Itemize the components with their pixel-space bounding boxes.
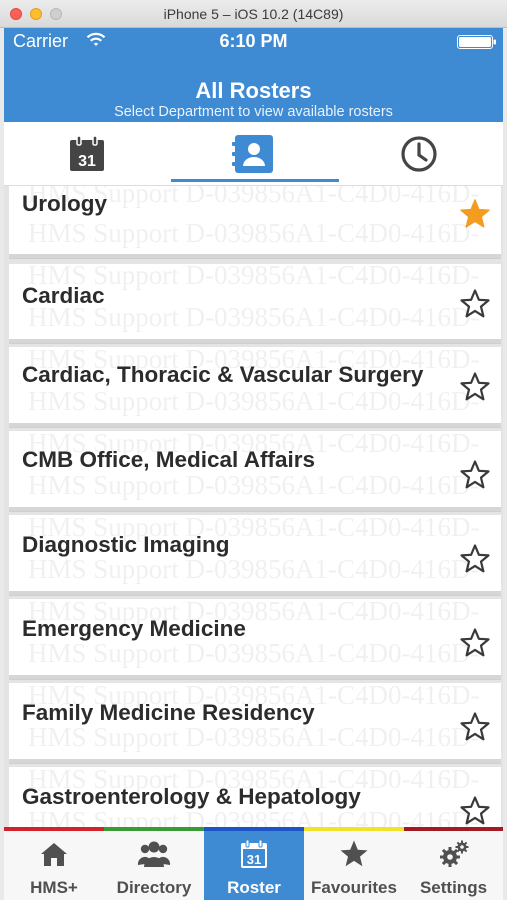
phone-screen: Carrier 6:10 PM All Rosters Select Depar…	[4, 28, 503, 900]
calendar-icon: 31	[70, 135, 104, 171]
navigation-header: Carrier 6:10 PM All Rosters Select Depar…	[4, 28, 503, 122]
list-item[interactable]: Gastroenterology & Hepatology	[9, 767, 501, 831]
contact-book-icon	[232, 135, 273, 173]
tab-label: Roster	[227, 878, 281, 897]
page-title: All Rosters	[195, 78, 312, 103]
segment-recent[interactable]	[336, 122, 502, 186]
star-outline-icon[interactable]	[459, 543, 491, 575]
list-item[interactable]: Urology	[9, 186, 501, 258]
selected-segment-indicator	[171, 179, 339, 182]
list-item[interactable]: Diagnostic Imaging	[9, 515, 501, 595]
department-name: Gastroenterology & Hepatology	[22, 784, 361, 809]
tab-directory[interactable]: Directory	[104, 831, 204, 900]
department-name: CMB Office, Medical Affairs	[22, 447, 315, 472]
star-outline-icon[interactable]	[459, 711, 491, 743]
home-icon	[41, 843, 67, 866]
calendar-day-number: 31	[78, 153, 96, 170]
tab-label: Directory	[116, 878, 192, 897]
department-name: Diagnostic Imaging	[22, 532, 230, 557]
list-item[interactable]: Cardiac, Thoracic & Vascular Surgery	[9, 347, 501, 427]
roster-view-segments: 31	[4, 122, 503, 186]
star-outline-icon[interactable]	[459, 627, 491, 659]
star-icon	[340, 840, 368, 867]
segment-directory[interactable]	[170, 122, 336, 186]
segment-calendar[interactable]: 31	[4, 122, 170, 186]
department-name: Cardiac	[22, 283, 105, 308]
window-title: iPhone 5 – iOS 10.2 (14C89)	[163, 6, 344, 22]
tab-favourites[interactable]: Favourites	[304, 831, 404, 900]
list-item[interactable]: Cardiac	[9, 264, 501, 343]
department-name: Emergency Medicine	[22, 616, 246, 641]
favourite-star-icon[interactable]	[459, 198, 491, 230]
star-outline-icon[interactable]	[459, 795, 491, 827]
star-outline-icon[interactable]	[459, 371, 491, 403]
simulator-title-bar: iPhone 5 – iOS 10.2 (14C89)	[0, 0, 507, 28]
department-name: Family Medicine Residency	[22, 700, 315, 725]
people-icon	[137, 841, 171, 867]
star-outline-icon[interactable]	[459, 459, 491, 491]
tab-hms-plus[interactable]: HMS+	[4, 831, 104, 900]
tab-label: Favourites	[311, 878, 397, 897]
tab-label: HMS+	[30, 878, 78, 897]
tab-roster[interactable]: 31 Roster	[204, 831, 304, 900]
page-subtitle: Select Department to view available rost…	[114, 104, 393, 120]
tab-label: Settings	[419, 878, 488, 897]
tab-settings[interactable]: Settings	[404, 831, 503, 900]
gears-icon	[439, 840, 468, 867]
department-name: Urology	[22, 191, 108, 216]
clock-icon	[401, 136, 437, 172]
status-time: 6:10 PM	[219, 31, 288, 51]
list-item[interactable]: CMB Office, Medical Affairs	[9, 431, 501, 511]
calendar-day-number: 31	[247, 852, 261, 867]
list-item[interactable]: Family Medicine Residency	[9, 683, 501, 763]
list-item[interactable]: Emergency Medicine	[9, 599, 501, 679]
battery-icon	[457, 35, 496, 49]
department-name: Cardiac, Thoracic & Vascular Surgery	[22, 362, 424, 387]
calendar-icon: 31	[241, 839, 267, 868]
department-list[interactable]: Urology Cardiac Cardiac, Thoracic & Vasc…	[4, 186, 503, 831]
tab-bar: HMS+ Directory 31 Roster Favourites Sett…	[4, 827, 503, 900]
star-outline-icon[interactable]	[459, 288, 491, 320]
